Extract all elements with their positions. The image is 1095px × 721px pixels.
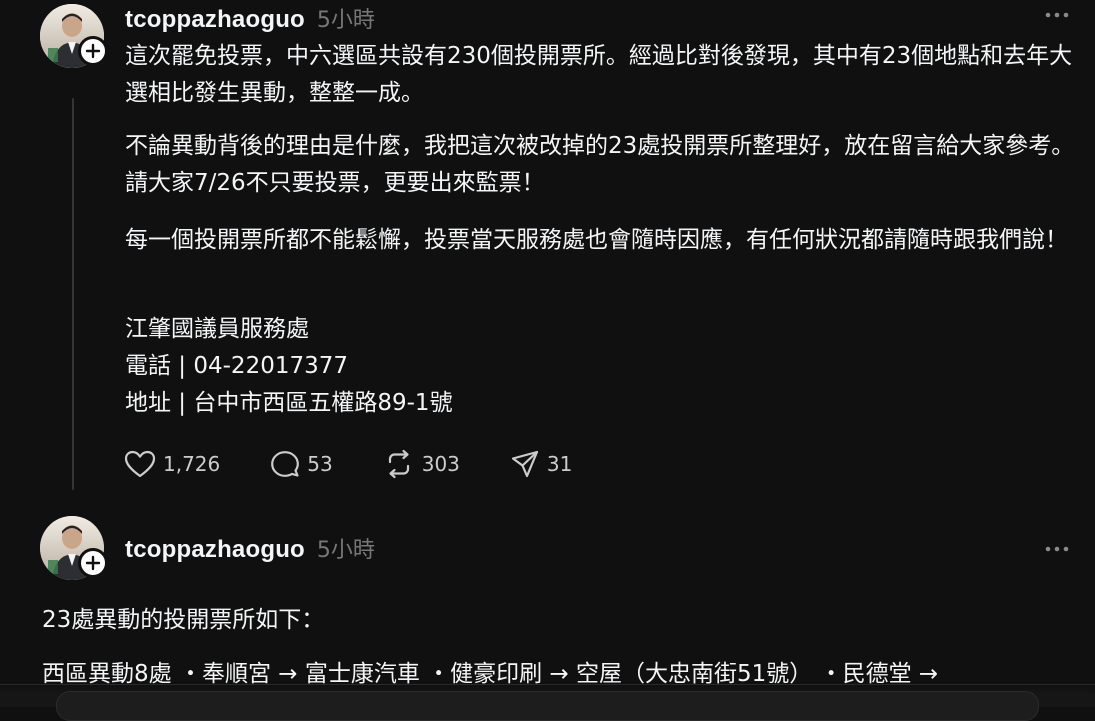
bottom-bar-input[interactable]: [56, 691, 1039, 721]
post2-more-button[interactable]: [1044, 544, 1070, 554]
post1-timestamp[interactable]: 5小時: [317, 2, 375, 34]
post1-avatar-wrap[interactable]: [40, 4, 108, 68]
like-count: 1,726: [163, 452, 221, 476]
post1-actions: 1,726 53 303 31: [124, 446, 622, 482]
comment-count: 53: [307, 452, 333, 476]
follow-button[interactable]: [78, 548, 108, 578]
comment-icon: [271, 451, 300, 477]
follow-button[interactable]: [78, 36, 108, 66]
comment-button[interactable]: 53: [270, 449, 333, 479]
repost-icon: [388, 449, 409, 479]
plus-icon: [85, 555, 101, 571]
bottom-bar: [0, 684, 1095, 721]
post1-paragraph-3: 每一個投開票所都不能鬆懈，投票當天服務處也會隨時因應，有任何狀況都請隨時跟我們說…: [125, 227, 1068, 253]
post2-avatar-wrap[interactable]: [40, 516, 108, 580]
plus-icon: [85, 43, 101, 59]
post2-timestamp[interactable]: 5小時: [317, 532, 375, 564]
more-icon: [1045, 546, 1069, 552]
post2-username[interactable]: tcoppazhaoguo: [125, 536, 305, 564]
like-button[interactable]: 1,726: [124, 449, 220, 479]
post1-header: tcoppazhaoguo 5小時: [125, 2, 375, 34]
post1-paragraph-1: 這次罷免投票，中六選區共設有230個投開票所。經過比對後發現，其中有23個地點和…: [125, 43, 1073, 106]
contact-phone: 電話 | 04-22017377: [125, 353, 349, 379]
more-icon: [1045, 12, 1069, 18]
heart-icon: [124, 450, 156, 478]
post1-more-button[interactable]: [1044, 10, 1070, 20]
share-count: 31: [546, 452, 573, 476]
contact-address: 地址 | 台中市西區五權路89-1號: [125, 390, 453, 416]
repost-count: 303: [421, 452, 460, 476]
share-icon: [511, 450, 539, 478]
thread-line: [72, 98, 74, 490]
contact-office: 江肇國議員服務處: [125, 316, 309, 342]
repost-button[interactable]: 303: [383, 449, 460, 479]
post1-paragraph-2: 不論異動背後的理由是什麼，我把這次被改掉的23處投開票所整理好，放在留言給大家參…: [125, 133, 1075, 196]
post2-header: tcoppazhaoguo 5小時: [125, 532, 375, 564]
post1-contact: 江肇國議員服務處 電話 | 04-22017377 地址 | 台中市西區五權路8…: [125, 311, 453, 422]
share-button[interactable]: 31: [510, 449, 572, 479]
post2-text-line-1: 23處異動的投開票所如下：: [42, 607, 325, 633]
post1-username[interactable]: tcoppazhaoguo: [125, 6, 305, 34]
